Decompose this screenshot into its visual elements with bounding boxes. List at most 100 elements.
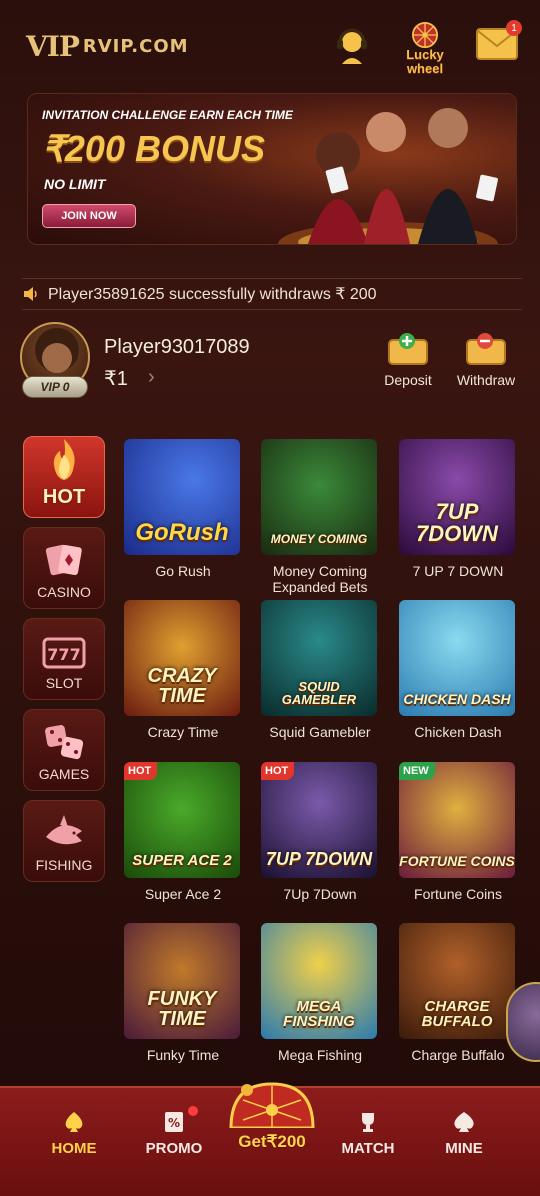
game-card[interactable]: HOT SUPER ACE 2 Super Ace 2 (124, 762, 242, 902)
nav-match-label: MATCH (341, 1140, 395, 1157)
lucky-wheel-button[interactable]: Lucky wheel (400, 22, 450, 76)
wallet-withdraw-icon (466, 333, 506, 365)
game-label: 7Up 7Down (283, 886, 357, 902)
deposit-button[interactable]: Deposit (372, 332, 444, 388)
game-art-title: MEGA FINSHING (283, 998, 355, 1030)
game-art-title: 7UP 7DOWN (265, 849, 373, 869)
game-card[interactable]: MONEY COMING Money Coming Expanded Bets (261, 439, 379, 595)
game-thumbnail[interactable]: CHICKEN DASH (399, 600, 515, 716)
lucky-wheel-label-1: Lucky (406, 47, 444, 62)
speaker-icon (24, 287, 37, 301)
flame-icon (53, 438, 75, 481)
game-thumbnail[interactable]: HOT 7UP 7DOWN (261, 762, 377, 878)
banner-kicker: INVITATION CHALLENGE EARN EACH TIME (42, 108, 293, 122)
game-thumbnail[interactable]: NEW FORTUNE COINS (399, 762, 515, 878)
game-thumbnail[interactable]: HOT SUPER ACE 2 (124, 762, 240, 878)
category-hot-label: HOT (42, 486, 86, 508)
game-thumbnail[interactable]: CRAZY TIME (124, 600, 240, 716)
game-label: Go Rush (155, 563, 211, 579)
game-thumbnail[interactable]: SQUID GAMEBLER (261, 600, 377, 716)
logo-text: RVIP.COM (82, 36, 189, 57)
customer-support-icon[interactable] (334, 26, 370, 66)
promo-banner[interactable]: INVITATION CHALLENGE EARN EACH TIME ₹200… (27, 93, 517, 245)
spade-home-icon (65, 1112, 83, 1132)
withdraw-label: Withdraw (456, 372, 516, 388)
category-games-label: GAMES (38, 766, 90, 782)
game-art-title: GoRush (135, 519, 229, 546)
withdraw-button[interactable]: Withdraw (450, 332, 522, 388)
lucky-wheel-icon (412, 22, 438, 48)
game-label: Chicken Dash (414, 724, 502, 740)
svg-text:777: 777 (47, 645, 80, 664)
mail-button[interactable]: 1 (476, 20, 522, 62)
category-fishing[interactable]: FISHING (23, 800, 105, 882)
site-logo[interactable]: VIP RVIP.COM (26, 30, 189, 63)
balance-amount: ₹1 (104, 368, 128, 390)
game-card[interactable]: 7UP 7DOWN 7 UP 7 DOWN (399, 439, 517, 579)
nav-mine-label: MINE (445, 1140, 483, 1157)
game-card[interactable]: GoRush Go Rush (124, 439, 242, 579)
vip-level-badge: VIP 0 (22, 376, 88, 398)
category-slot-label: SLOT (45, 675, 83, 691)
game-label: Super Ace 2 (144, 886, 222, 902)
ticker-text: Player35891625 successfully withdraws ₹ … (48, 286, 377, 303)
nav-match[interactable]: MATCH (328, 1110, 408, 1157)
top-header: VIP RVIP.COM Lucky wheel 1 (0, 0, 540, 90)
banner-artwork (278, 108, 498, 244)
join-now-button[interactable]: JOIN NOW (42, 204, 136, 228)
wallet-deposit-icon (388, 333, 428, 365)
game-card[interactable]: MEGA FINSHING Mega Fishing (261, 923, 379, 1063)
category-slot[interactable]: 777 SLOT (23, 618, 105, 700)
game-label: Charge Buffalo (411, 1047, 505, 1063)
category-games[interactable]: GAMES (23, 709, 105, 791)
banner-bonus: ₹200 BONUS (42, 128, 265, 169)
get-bonus-button[interactable]: Get₹200 (222, 1080, 322, 1160)
game-art-title: MONEY COMING (270, 532, 368, 546)
nav-mine[interactable]: MINE (424, 1110, 504, 1157)
game-art-title: CHICKEN DASH (403, 691, 511, 707)
game-thumbnail[interactable]: MEGA FINSHING (261, 923, 377, 1039)
trophy-icon (362, 1113, 374, 1132)
jackpot-floating-badge[interactable] (506, 982, 540, 1062)
cards-icon (45, 544, 82, 576)
nav-home[interactable]: HOME (34, 1110, 114, 1157)
game-art-title: CHARGE BUFFALO (421, 998, 493, 1030)
category-casino-label: CASINO (37, 584, 91, 600)
deposit-label: Deposit (384, 372, 432, 388)
game-thumbnail[interactable]: MONEY COMING (261, 439, 377, 555)
chevron-right-icon[interactable]: › (148, 366, 155, 389)
game-card[interactable]: CRAZY TIME Crazy Time (124, 600, 242, 740)
hot-tag: HOT (124, 762, 158, 780)
game-label: Funky Time (146, 1047, 220, 1063)
svg-text:%: % (168, 1116, 180, 1130)
game-thumbnail[interactable]: CHARGE BUFFALO (399, 923, 515, 1039)
nav-promo[interactable]: % PROMO (134, 1106, 214, 1157)
game-art-title: SQUID GAMEBLER (281, 679, 357, 707)
game-art-title: FORTUNE COINS (399, 853, 515, 869)
nav-home-label: HOME (51, 1140, 97, 1157)
game-thumbnail[interactable]: FUNKY TIME (124, 923, 240, 1039)
game-label: Money Coming Expanded Bets (272, 563, 368, 595)
game-card[interactable]: CHARGE BUFFALO Charge Buffalo (399, 923, 517, 1063)
game-card[interactable]: NEW FORTUNE COINS Fortune Coins (399, 762, 517, 902)
hot-tag: HOT (261, 762, 295, 780)
game-thumbnail[interactable]: 7UP 7DOWN (399, 439, 515, 555)
lucky-wheel-label-2: wheel (406, 61, 444, 76)
category-hot[interactable]: HOT (23, 436, 105, 518)
game-card[interactable]: FUNKY TIME Funky Time (124, 923, 242, 1063)
banner-limit: NO LIMIT (44, 176, 106, 192)
game-card[interactable]: CHICKEN DASH Chicken Dash (399, 600, 517, 740)
game-label: Squid Gamebler (269, 724, 371, 740)
logo-mark: VIP (26, 30, 80, 63)
game-thumbnail[interactable]: GoRush (124, 439, 240, 555)
shark-icon (46, 815, 82, 845)
game-card[interactable]: HOT 7UP 7DOWN 7Up 7Down (261, 762, 379, 902)
game-art-title: SUPER ACE 2 (132, 852, 232, 869)
game-label: 7 UP 7 DOWN (412, 563, 504, 579)
new-tag: NEW (399, 762, 435, 780)
category-casino[interactable]: CASINO (23, 527, 105, 609)
game-card[interactable]: SQUID GAMEBLER Squid Gamebler (261, 600, 379, 740)
bonus-wheel-icon (229, 1082, 315, 1128)
promo-ticket-icon: % (165, 1112, 183, 1132)
game-label: Mega Fishing (277, 1047, 363, 1063)
